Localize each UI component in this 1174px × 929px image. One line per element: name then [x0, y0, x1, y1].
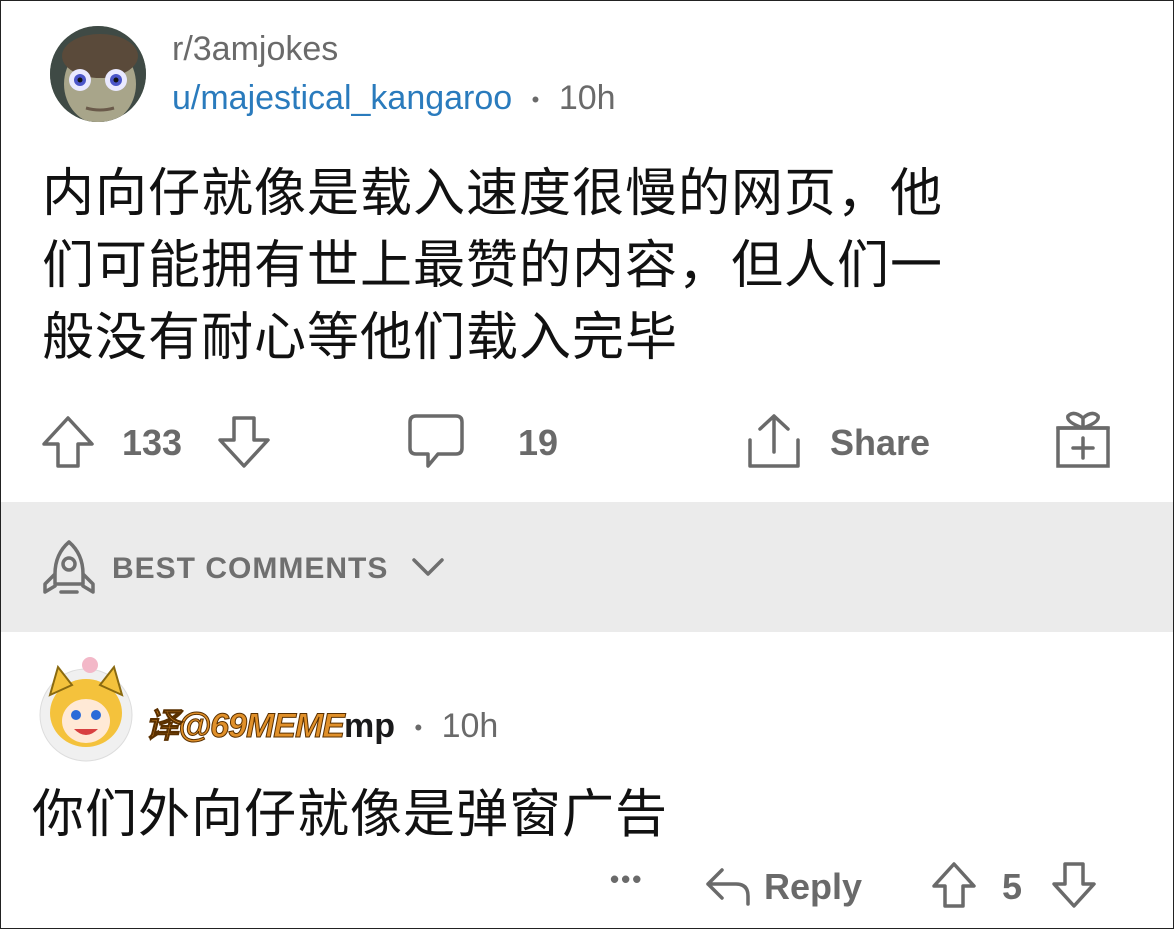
comment-count: 19: [518, 422, 559, 463]
comment-body: 你们外向仔就像是弹窗广告: [32, 785, 669, 845]
comment-score: 5: [1002, 866, 1023, 907]
comment-time: 10h: [441, 707, 499, 745]
more-dots-icon[interactable]: •••: [610, 864, 643, 895]
speech-bubble-icon[interactable]: [406, 412, 466, 477]
arrow-down-icon[interactable]: [1050, 860, 1098, 915]
commenter-avatar[interactable]: [36, 655, 134, 765]
post-title-line: 般没有耐心等他们载入完毕: [42, 308, 679, 368]
subreddit-avatar[interactable]: [50, 26, 146, 122]
arrow-down-icon[interactable]: [216, 414, 272, 475]
rocket-icon[interactable]: [39, 538, 99, 603]
reply-arrow-icon[interactable]: [704, 864, 752, 913]
chevron-down-icon[interactable]: [411, 552, 445, 587]
post-title-line: 内向仔就像是载入速度很慢的网页，他: [42, 164, 944, 224]
post-title: 内向仔就像是载入速度很慢的网页，他 们可能拥有世上最赞的内容，但人们一 般没有耐…: [42, 158, 1132, 374]
comment-actions: ••• Reply 5: [0, 850, 1174, 920]
reply-button[interactable]: Reply: [764, 866, 862, 908]
separator-dot: •: [414, 715, 423, 741]
post-author[interactable]: u/majestical_kangaroo: [172, 79, 512, 117]
subreddit-name[interactable]: r/3amjokes: [172, 30, 338, 69]
comment-author-line: 译@69MEMEmp • 10h: [145, 698, 499, 747]
post-title-line: 们可能拥有世上最赞的内容，但人们一: [42, 236, 944, 296]
sort-label[interactable]: BEST COMMENTS: [112, 552, 388, 586]
watermark-text: 译@69MEME: [145, 707, 346, 746]
post-time: 10h: [558, 79, 616, 117]
post-author-line: u/majestical_kangaroo • 10h: [172, 79, 616, 118]
share-button[interactable]: Share: [830, 422, 930, 464]
share-icon[interactable]: [744, 412, 804, 477]
gift-icon[interactable]: [1054, 410, 1112, 475]
comment-sort-bar: BEST COMMENTS: [1, 502, 1173, 632]
separator-dot: •: [531, 87, 540, 113]
upvote-count: 133: [122, 422, 183, 463]
arrow-up-icon[interactable]: [40, 414, 96, 475]
comment-author[interactable]: mp: [344, 707, 395, 745]
arrow-up-icon[interactable]: [930, 860, 978, 915]
post-actions: 133 19 Share: [0, 400, 1174, 480]
